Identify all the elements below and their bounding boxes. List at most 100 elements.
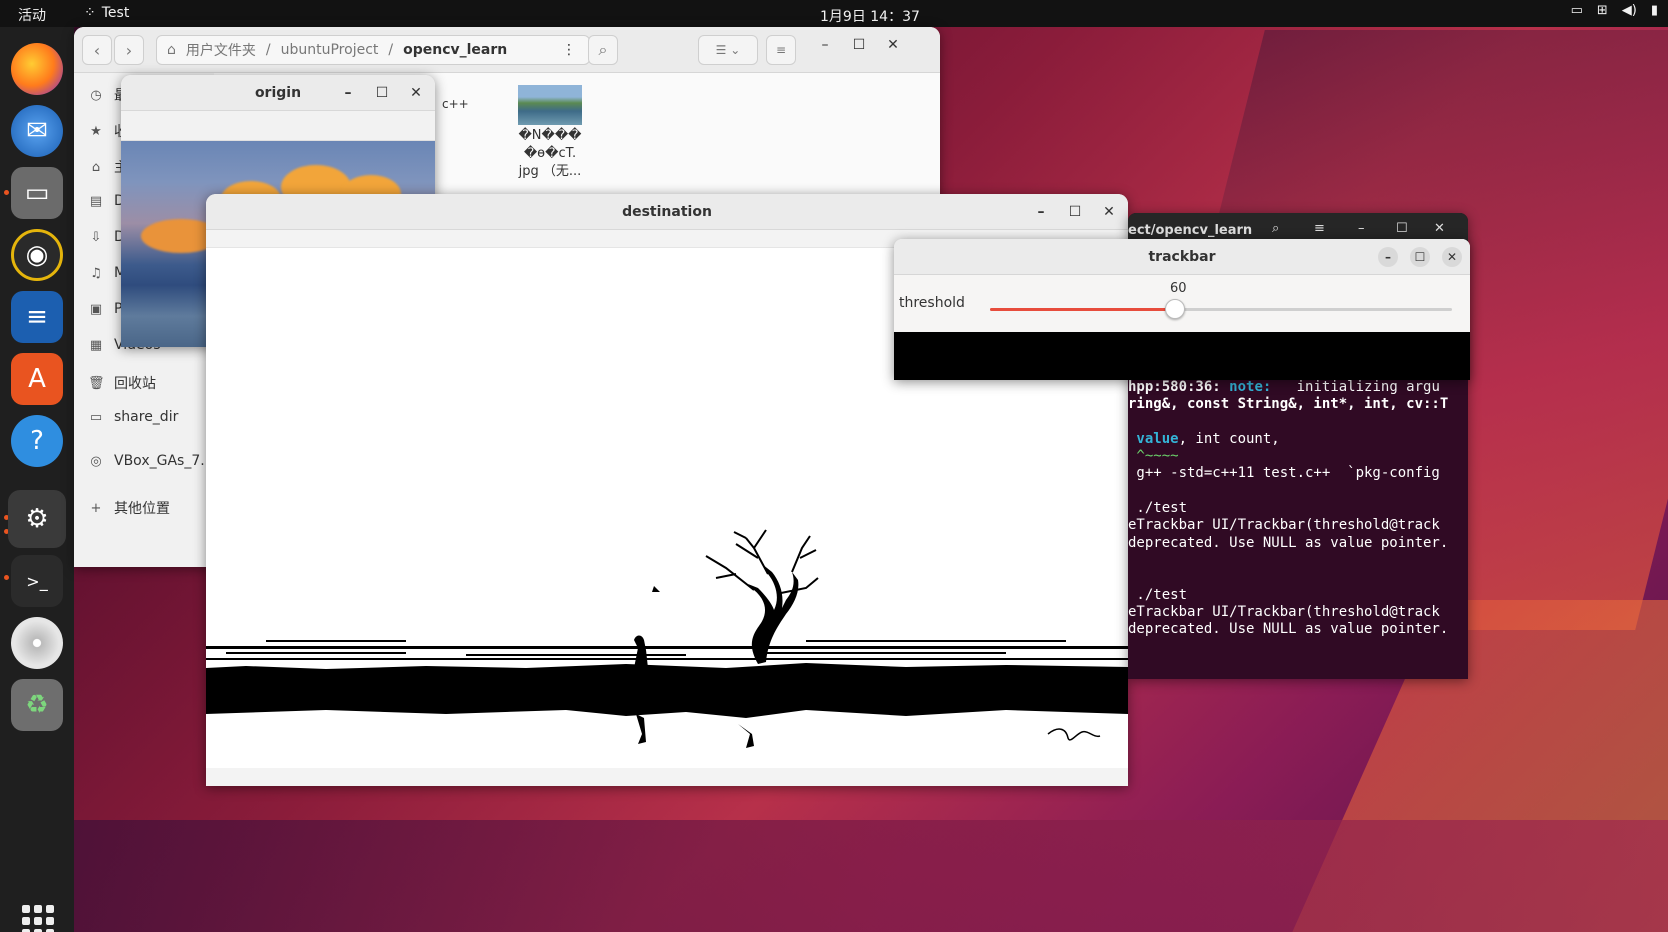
home-icon: ⌂ — [167, 42, 176, 58]
trackbar-titlebar[interactable]: trackbar – ☐ ✕ — [894, 239, 1470, 275]
app-name: Test — [101, 5, 130, 21]
music-icon: ♫ — [90, 265, 102, 281]
toolbar — [121, 111, 435, 141]
disc-icon: ◎ — [90, 453, 102, 469]
activities-button[interactable]: 活动 — [18, 5, 46, 25]
trackbar-value: 60 — [1170, 281, 1187, 296]
minimize-button[interactable]: – — [339, 85, 357, 101]
terminal-title: ect/opencv_learn — [1128, 223, 1253, 238]
terminal-line: ring&, const String&, int*, int, cv::T — [1128, 396, 1449, 413]
breadcrumb-item[interactable]: opencv_learn — [403, 42, 507, 58]
destination-titlebar[interactable]: destination – ☐ ✕ — [206, 194, 1128, 230]
terminal-line: g++ -std=c++11 test.c++ `pkg-config — [1128, 465, 1440, 482]
drive-icon: ▭ — [89, 409, 103, 425]
maximize-button[interactable]: ☐ — [1396, 221, 1408, 236]
firefox-icon[interactable] — [11, 43, 63, 95]
document-icon: ▤ — [89, 193, 103, 209]
trackbar-canvas — [894, 332, 1470, 380]
disc-icon[interactable] — [11, 617, 63, 669]
sidebar-item-documents[interactable]: ▤ D — [88, 193, 125, 209]
volume-icon[interactable]: ◀︎) — [1622, 3, 1637, 18]
home-icon: ⌂ — [91, 159, 101, 175]
terminal-icon[interactable]: >_ — [11, 555, 63, 607]
search-icon[interactable]: ⌕ — [1272, 221, 1279, 236]
battery-icon[interactable]: ▮ — [1651, 3, 1658, 18]
terminal-line: eTrackbar UI/Trackbar(threshold@track — [1128, 603, 1440, 620]
maximize-button[interactable]: ☐ — [373, 85, 391, 101]
settings-icon[interactable]: ⚙ — [8, 490, 66, 548]
maximize-button[interactable]: ☐ — [1066, 204, 1084, 220]
threshold-slider[interactable] — [990, 299, 1452, 319]
terminal-line: ^~~~~ — [1128, 448, 1179, 465]
system-tray[interactable]: ▭ ⊞ ◀︎) ▮ — [1571, 3, 1658, 18]
trash-icon[interactable]: ♻ — [11, 679, 63, 731]
app-menu[interactable]: ⁘ Test — [84, 5, 129, 21]
maximize-button[interactable]: ☐ — [850, 37, 868, 53]
sidebar-item-share-dir[interactable]: ▭ share_dir — [88, 409, 179, 425]
menu-button[interactable]: ≡ — [766, 35, 796, 65]
close-button[interactable]: ✕ — [1100, 204, 1118, 220]
keyboard-icon[interactable]: ▭ — [1571, 3, 1583, 18]
breadcrumb-item[interactable]: ubuntuProject — [281, 42, 379, 58]
breadcrumb[interactable]: ⌂ 用户文件夹 / ubuntuProject / opencv_learn — [156, 35, 590, 65]
minimize-button[interactable]: – — [1358, 221, 1365, 236]
back-button[interactable]: ‹ — [82, 35, 112, 65]
app-icon: ⁘ — [84, 5, 96, 21]
sidebar-item-downloads[interactable]: ⇩ D — [88, 229, 125, 245]
download-icon: ⇩ — [90, 229, 102, 245]
running-indicator — [4, 190, 9, 195]
rhythmbox-icon[interactable]: ◉ — [11, 229, 63, 281]
sidebar-item-vbox[interactable]: ◎ VBox_GAs_7.... — [88, 453, 218, 469]
picture-icon: ▣ — [89, 301, 103, 317]
terminal-line: deprecated. Use NULL as value pointer. — [1128, 621, 1449, 638]
app-center-icon[interactable]: A — [11, 353, 63, 405]
terminal-line: ./test — [1128, 586, 1188, 603]
status-strip — [206, 768, 1128, 786]
network-icon[interactable]: ⊞ — [1597, 3, 1608, 18]
search-button[interactable]: ⌕ — [588, 35, 618, 65]
breadcrumb-item[interactable]: 用户文件夹 — [186, 40, 256, 60]
maximize-button[interactable]: ☐ — [1410, 247, 1430, 267]
wallpaper-shape — [60, 820, 1668, 932]
show-apps-icon[interactable] — [22, 905, 54, 932]
terminal-output[interactable]: hpp:580:36: note: initializing argu ring&… — [1128, 379, 1468, 638]
close-button[interactable]: ✕ — [1442, 247, 1462, 267]
close-button[interactable]: ✕ — [884, 37, 902, 53]
sidebar-item-trash[interactable]: 🗑 回收站 — [88, 373, 156, 393]
more-menu-button[interactable]: ⋮ — [554, 35, 584, 65]
files-icon[interactable]: ▭ — [11, 167, 63, 219]
running-indicator — [4, 575, 9, 580]
close-button[interactable]: ✕ — [407, 85, 425, 101]
file-label-cpp[interactable]: c++ — [442, 97, 469, 111]
top-bar: 活动 ⁘ Test 1月9日 14：37 ▭ ⊞ ◀︎) ▮ — [0, 0, 1668, 27]
sidebar-item-other-locations[interactable]: + 其他位置 — [88, 498, 170, 518]
libreoffice-writer-icon[interactable]: ≡ — [11, 291, 63, 343]
terminal-line: hpp:580:36: note: initializing argu — [1128, 379, 1440, 395]
minimize-button[interactable]: – — [1032, 204, 1050, 220]
origin-titlebar[interactable]: origin – ☐ ✕ — [121, 75, 435, 111]
slider-handle[interactable] — [1165, 299, 1185, 319]
close-button[interactable]: ✕ — [1434, 221, 1445, 236]
help-icon[interactable]: ? — [11, 415, 63, 467]
menu-icon[interactable]: ≡ — [1314, 221, 1325, 236]
star-icon: ★ — [90, 123, 102, 139]
thunderbird-icon[interactable]: ✉ — [11, 105, 63, 157]
image-file-thumbnail[interactable] — [518, 85, 582, 125]
minimize-button[interactable]: – — [1378, 247, 1398, 267]
window-controls: – ☐ ✕ — [339, 75, 425, 111]
terminal-line: deprecated. Use NULL as value pointer. — [1128, 534, 1449, 551]
dock: ✉ ▭ ◉ ≡ A ? ⚙ >_ ♻ — [0, 27, 74, 932]
file-manager-header: ‹ › ⌂ 用户文件夹 / ubuntuProject / opencv_lea… — [74, 27, 940, 73]
minimize-button[interactable]: – — [816, 37, 834, 53]
image-file-label[interactable]: �N��� �ө�cT. jpg （无... — [486, 127, 614, 181]
clock[interactable]: 1月9日 14：37 — [820, 6, 920, 26]
terminal-line: ./test — [1128, 500, 1188, 517]
view-toggle-button[interactable]: ☰ ⌄ — [698, 35, 758, 65]
window-controls: – ☐ ✕ — [816, 27, 902, 63]
forward-button[interactable]: › — [114, 35, 144, 65]
window-title: destination — [622, 203, 712, 220]
trash-icon: 🗑 — [88, 375, 105, 391]
